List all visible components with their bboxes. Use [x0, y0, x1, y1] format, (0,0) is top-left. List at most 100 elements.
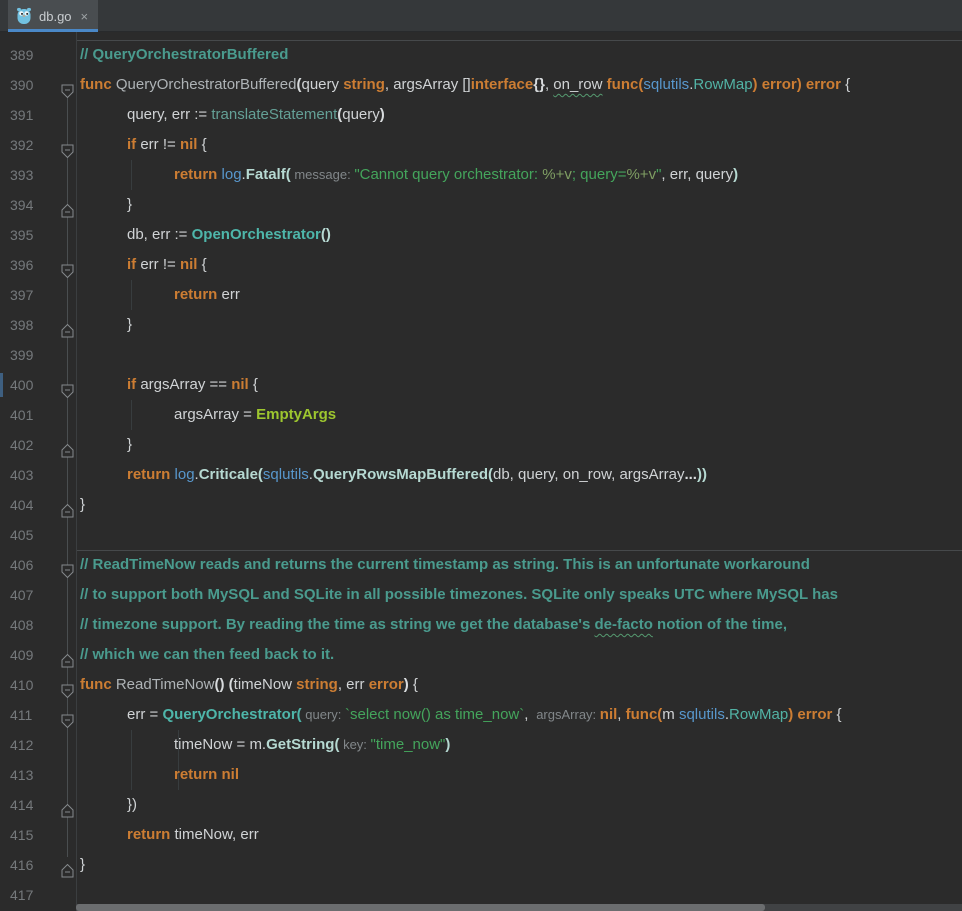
code-line[interactable]: 410 func ReadTimeNow() (timeNow string, …	[0, 670, 962, 700]
line-number[interactable]: 414	[0, 790, 77, 820]
line-number[interactable]: 405	[0, 520, 77, 550]
line-number[interactable]: 390	[0, 70, 77, 100]
line-number[interactable]: 391	[0, 100, 77, 130]
code-line[interactable]: 397return err	[0, 280, 962, 310]
code-line[interactable]: 391query, err := translateStatement(quer…	[0, 100, 962, 130]
line-number[interactable]: 409	[0, 640, 77, 670]
code-text: if argsArray == nil {	[77, 370, 258, 400]
code-text: // ReadTimeNow reads and returns the cur…	[77, 550, 810, 580]
line-number[interactable]: 395	[0, 220, 77, 250]
editor-tab-bar: db.go ×	[0, 0, 962, 32]
code-line[interactable]: 415return timeNow, err	[0, 820, 962, 850]
code-line[interactable]: 399	[0, 340, 962, 370]
close-icon[interactable]: ×	[79, 10, 89, 23]
token-pkg: log	[222, 166, 242, 183]
code-line[interactable]: 413return nil	[0, 760, 962, 790]
code-text: return timeNow, err	[77, 820, 259, 850]
code-text: db, err := OpenOrchestrator()	[77, 220, 331, 250]
code-line[interactable]: 404 }	[0, 490, 962, 520]
code-line[interactable]: 412timeNow = m.GetString( key: "time_now…	[0, 730, 962, 760]
code-line[interactable]: 402 }	[0, 430, 962, 460]
fold-end-icon[interactable]	[61, 648, 74, 662]
line-number[interactable]: 407	[0, 580, 77, 610]
line-number[interactable]: 389	[0, 40, 77, 70]
code-line[interactable]: 407// to support both MySQL and SQLite i…	[0, 580, 962, 610]
line-number[interactable]: 397	[0, 280, 77, 310]
line-number[interactable]: 393	[0, 160, 77, 190]
code-line[interactable]: 390 func QueryOrchestratorBuffered(query…	[0, 70, 962, 100]
fold-start-icon[interactable]	[61, 678, 74, 692]
line-number[interactable]: 399	[0, 340, 77, 370]
tab-db-go[interactable]: db.go ×	[8, 0, 98, 32]
fold-start-icon[interactable]	[61, 258, 74, 272]
line-number[interactable]: 412	[0, 730, 77, 760]
code-line[interactable]: 403return log.Criticale(sqlutils.QueryRo…	[0, 460, 962, 490]
code-line[interactable]: 400 if argsArray == nil {	[0, 370, 962, 400]
code-line[interactable]: 398 }	[0, 310, 962, 340]
line-number[interactable]: 404	[0, 490, 77, 520]
token-pkg: sqlutils	[643, 76, 689, 93]
fold-start-icon[interactable]	[61, 138, 74, 152]
line-number[interactable]: 400	[0, 370, 77, 400]
code-text: argsArray = EmptyArgs	[77, 400, 336, 430]
fold-start-icon[interactable]	[61, 78, 74, 92]
code-line[interactable]: 395db, err := OpenOrchestrator()	[0, 220, 962, 250]
fold-start-icon[interactable]	[61, 558, 74, 572]
code-text: // QueryOrchestratorBuffered	[77, 40, 288, 70]
code-text: if err != nil {	[77, 250, 207, 280]
code-line[interactable]: 389// QueryOrchestratorBuffered	[0, 40, 962, 70]
fold-end-icon[interactable]	[61, 318, 74, 332]
code-line[interactable]: 408// timezone support. By reading the t…	[0, 610, 962, 640]
line-number[interactable]: 396	[0, 250, 77, 280]
token-txtb: )	[380, 106, 385, 123]
line-number[interactable]: 392	[0, 130, 77, 160]
line-number[interactable]: 416	[0, 850, 77, 880]
fold-start-icon[interactable]	[61, 708, 74, 722]
token-fmt: %+v	[542, 166, 572, 183]
token-txt: m	[662, 706, 679, 723]
line-number[interactable]: 417	[0, 880, 77, 910]
code-text: err = QueryOrchestrator( query: `select …	[77, 700, 842, 730]
code-line[interactable]: 396 if err != nil {	[0, 250, 962, 280]
code-line[interactable]: 409 // which we can then feed back to it…	[0, 640, 962, 670]
token-str: "Cannot query orchestrator:	[354, 166, 542, 183]
token-kw: error	[802, 76, 841, 93]
code-line[interactable]: 411 err = QueryOrchestrator( query: `sel…	[0, 700, 962, 730]
token-kw: nil	[600, 706, 618, 723]
token-decl: ReadTimeNow	[116, 676, 215, 693]
token-txt: db, err :=	[127, 226, 192, 243]
token-txt: db, query, on_row, argsArray	[493, 466, 684, 483]
code-line[interactable]: 414 })	[0, 790, 962, 820]
code-line[interactable]: 394 }	[0, 190, 962, 220]
line-number[interactable]: 394	[0, 190, 77, 220]
token-kw: func	[607, 76, 639, 93]
code-line[interactable]: 406 // ReadTimeNow reads and returns the…	[0, 550, 962, 580]
fold-end-icon[interactable]	[61, 798, 74, 812]
horizontal-scrollbar-thumb[interactable]	[76, 904, 765, 911]
token-pkg: sqlutils	[679, 706, 725, 723]
line-number[interactable]: 410	[0, 670, 77, 700]
line-number[interactable]: 406	[0, 550, 77, 580]
token-kw: func	[626, 706, 658, 723]
code-line[interactable]: 416 }	[0, 850, 962, 880]
code-line[interactable]: 393return log.Fatalf( message: "Cannot q…	[0, 160, 962, 190]
code-line[interactable]: 405	[0, 520, 962, 550]
line-number[interactable]: 401	[0, 400, 77, 430]
fold-end-icon[interactable]	[61, 438, 74, 452]
line-number[interactable]: 413	[0, 760, 77, 790]
fold-end-icon[interactable]	[61, 858, 74, 872]
line-number[interactable]: 415	[0, 820, 77, 850]
horizontal-scrollbar-track[interactable]	[76, 904, 962, 911]
line-number[interactable]: 403	[0, 460, 77, 490]
token-typ: RowMap	[729, 706, 788, 723]
line-number[interactable]: 408	[0, 610, 77, 640]
fold-end-icon[interactable]	[61, 198, 74, 212]
fold-end-icon[interactable]	[61, 498, 74, 512]
code-line[interactable]: 401argsArray = EmptyArgs	[0, 400, 962, 430]
line-number[interactable]: 411	[0, 700, 77, 730]
line-number[interactable]: 398	[0, 310, 77, 340]
token-kw: return	[127, 466, 175, 483]
code-line[interactable]: 392 if err != nil {	[0, 130, 962, 160]
line-number[interactable]: 402	[0, 430, 77, 460]
fold-start-icon[interactable]	[61, 378, 74, 392]
